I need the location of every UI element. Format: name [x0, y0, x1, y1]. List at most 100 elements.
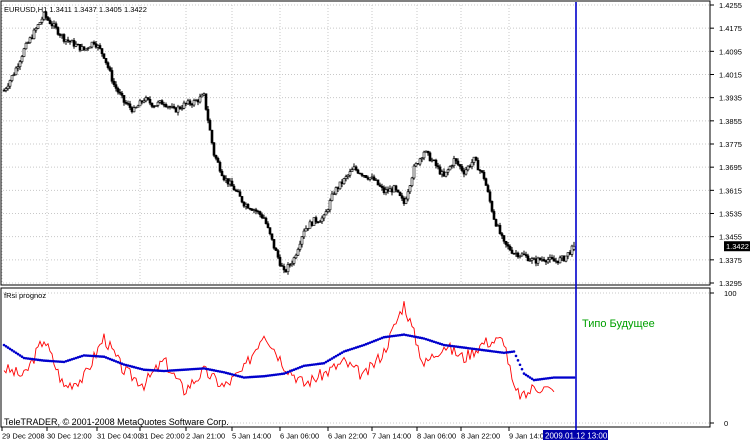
- candle-body[interactable]: [227, 179, 229, 185]
- candle-body[interactable]: [215, 155, 217, 158]
- candle-body[interactable]: [13, 75, 15, 76]
- candle-body[interactable]: [247, 204, 249, 208]
- candle-body[interactable]: [105, 58, 107, 62]
- candle-body[interactable]: [117, 88, 119, 92]
- candle-body[interactable]: [241, 196, 243, 202]
- candle-body[interactable]: [207, 109, 209, 120]
- candle-body[interactable]: [229, 181, 231, 184]
- candle-body[interactable]: [251, 209, 253, 210]
- candle-body[interactable]: [83, 47, 85, 50]
- candle-body[interactable]: [239, 192, 241, 197]
- candle-body[interactable]: [95, 44, 97, 48]
- candle-body[interactable]: [323, 215, 325, 218]
- candle-body[interactable]: [143, 101, 145, 102]
- candle-body[interactable]: [139, 101, 141, 106]
- candle-body[interactable]: [141, 101, 143, 102]
- candle-body[interactable]: [487, 185, 489, 191]
- candle-body[interactable]: [3, 90, 5, 91]
- candle-body[interactable]: [179, 107, 181, 109]
- candle-body[interactable]: [37, 25, 39, 29]
- candle-body[interactable]: [19, 62, 21, 67]
- candle-body[interactable]: [329, 201, 331, 210]
- candle-body[interactable]: [111, 70, 113, 81]
- candle-body[interactable]: [401, 196, 403, 199]
- candle-body[interactable]: [91, 42, 93, 47]
- candle-body[interactable]: [119, 92, 121, 93]
- candle-body[interactable]: [41, 19, 43, 22]
- candle-body[interactable]: [231, 181, 233, 186]
- candle-body[interactable]: [77, 44, 79, 45]
- candle-body[interactable]: [187, 101, 189, 104]
- candle-body[interactable]: [321, 218, 323, 222]
- candle-body[interactable]: [71, 40, 73, 42]
- candle-body[interactable]: [189, 101, 191, 104]
- candle-body[interactable]: [101, 49, 103, 54]
- candle-body[interactable]: [163, 104, 165, 105]
- candle-body[interactable]: [131, 108, 133, 112]
- candle-body[interactable]: [193, 100, 195, 105]
- candle-body[interactable]: [275, 248, 277, 250]
- candle-body[interactable]: [447, 170, 449, 172]
- candle-body[interactable]: [225, 179, 227, 180]
- candle-body[interactable]: [357, 170, 359, 173]
- candle-body[interactable]: [409, 186, 411, 192]
- candle-body[interactable]: [109, 68, 111, 71]
- candle-body[interactable]: [197, 100, 199, 102]
- candle-body[interactable]: [69, 41, 71, 42]
- candle-body[interactable]: [11, 76, 13, 81]
- candle-body[interactable]: [449, 166, 451, 169]
- candle-body[interactable]: [253, 210, 255, 211]
- candle-body[interactable]: [355, 167, 357, 170]
- candle-body[interactable]: [103, 54, 105, 59]
- candle-body[interactable]: [99, 45, 101, 48]
- candle-body[interactable]: [471, 162, 473, 166]
- candle-body[interactable]: [407, 192, 409, 199]
- candle-body[interactable]: [55, 24, 57, 28]
- candle-body[interactable]: [23, 49, 25, 57]
- candle-body[interactable]: [243, 202, 245, 206]
- candle-body[interactable]: [121, 93, 123, 95]
- candle-body[interactable]: [67, 40, 69, 41]
- candle-body[interactable]: [33, 30, 35, 39]
- candle-body[interactable]: [217, 158, 219, 162]
- candle-body[interactable]: [235, 190, 237, 191]
- candle-body[interactable]: [223, 176, 225, 180]
- candle-body[interactable]: [277, 251, 279, 258]
- candle-body[interactable]: [343, 179, 345, 184]
- candle-body[interactable]: [365, 175, 367, 177]
- candle-body[interactable]: [297, 249, 299, 255]
- candle-body[interactable]: [349, 172, 351, 176]
- candle-body[interactable]: [89, 47, 91, 48]
- candle-body[interactable]: [183, 103, 185, 108]
- candle-body[interactable]: [505, 241, 507, 244]
- candle-body[interactable]: [413, 166, 415, 178]
- candle-body[interactable]: [133, 108, 135, 112]
- candle-body[interactable]: [57, 27, 59, 34]
- candle-body[interactable]: [405, 199, 407, 204]
- candle-body[interactable]: [205, 94, 207, 110]
- candle-body[interactable]: [181, 108, 183, 109]
- candle-body[interactable]: [445, 172, 447, 176]
- candle-body[interactable]: [165, 104, 167, 106]
- candle-body[interactable]: [185, 103, 187, 104]
- candle-body[interactable]: [295, 255, 297, 258]
- candle-body[interactable]: [435, 160, 437, 166]
- candle-body[interactable]: [423, 152, 425, 158]
- candle-body[interactable]: [151, 103, 153, 106]
- candle-body[interactable]: [137, 106, 139, 107]
- candle-body[interactable]: [237, 191, 239, 192]
- candle-body[interactable]: [279, 257, 281, 265]
- candle-body[interactable]: [211, 130, 213, 143]
- candle-body[interactable]: [411, 178, 413, 186]
- candle-body[interactable]: [493, 211, 495, 219]
- candle-body[interactable]: [175, 108, 177, 112]
- candle-body[interactable]: [155, 105, 157, 106]
- candle-body[interactable]: [465, 170, 467, 174]
- candle-body[interactable]: [485, 179, 487, 186]
- candle-body[interactable]: [127, 103, 129, 104]
- candle-body[interactable]: [209, 120, 211, 130]
- candle-body[interactable]: [475, 157, 477, 160]
- candle-body[interactable]: [273, 239, 275, 248]
- candle-body[interactable]: [395, 186, 397, 190]
- candle-body[interactable]: [261, 215, 263, 218]
